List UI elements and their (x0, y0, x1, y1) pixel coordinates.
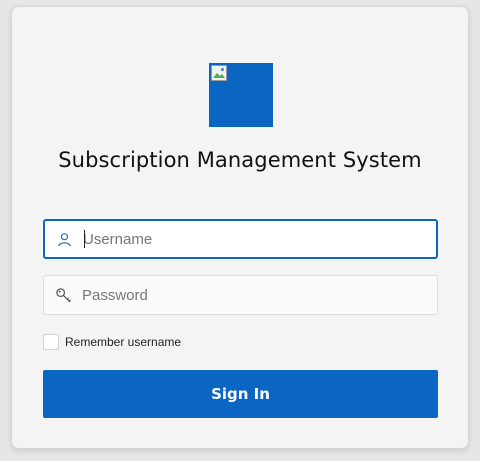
remember-username[interactable]: Remember username (43, 334, 181, 350)
key-icon (44, 287, 82, 304)
user-icon (45, 232, 83, 247)
sign-in-button[interactable]: Sign In (43, 370, 438, 418)
remember-label: Remember username (65, 335, 182, 349)
text-caret (84, 230, 85, 248)
broken-image-icon (211, 65, 227, 81)
password-input[interactable] (82, 276, 422, 314)
remember-checkbox[interactable] (43, 334, 59, 350)
username-input[interactable] (83, 221, 423, 257)
page-title: Subscription Management System (58, 148, 422, 172)
login-card: Subscription Management System Remember … (11, 6, 469, 449)
logo-image (209, 63, 273, 127)
password-field[interactable] (43, 275, 438, 315)
username-field[interactable] (43, 219, 438, 259)
